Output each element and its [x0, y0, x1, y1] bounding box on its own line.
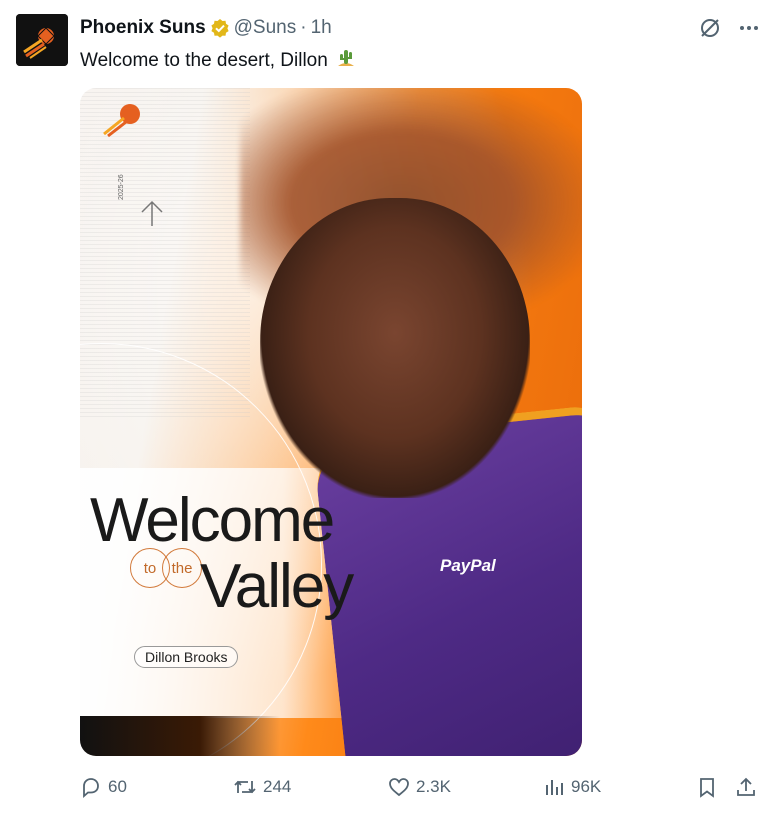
suns-logo-icon [16, 14, 68, 66]
like-button[interactable]: 2.3K [388, 776, 451, 798]
season-label: 2025-26 [118, 174, 125, 200]
share-button[interactable] [735, 776, 757, 798]
cactus-icon [334, 46, 358, 76]
tweet-media-image[interactable]: PayPal 2025-26 Welcome to the Valley Dil… [80, 88, 582, 756]
repost-icon [234, 780, 256, 794]
player-name-pill: Dillon Brooks [134, 646, 239, 668]
avatar[interactable] [16, 14, 68, 66]
media-dark-strip [80, 716, 280, 756]
media-suns-logo-icon [100, 98, 148, 143]
reply-icon [83, 778, 99, 798]
tweet-time[interactable]: 1h [311, 17, 332, 39]
repost-count: 244 [263, 777, 292, 796]
views-button[interactable]: 96K [543, 776, 601, 798]
heart-icon [389, 778, 409, 797]
tweet-text-body: Welcome to the desert, Dillon [80, 50, 328, 71]
media-headline-welcome: Welcome [90, 486, 335, 555]
reply-count: 60 [108, 777, 127, 796]
up-arrow-icon [140, 200, 164, 233]
views-count: 96K [571, 777, 602, 796]
reply-button[interactable]: 60 [80, 776, 127, 798]
tweet-text: Welcome to the desert, Dillon [80, 46, 358, 76]
like-count: 2.3K [416, 777, 451, 796]
share-icon [737, 777, 755, 796]
grok-icon[interactable] [698, 16, 722, 40]
media-headline-valley: Valley [200, 552, 354, 621]
bookmark-icon [700, 778, 714, 798]
tweet-top-icons [698, 16, 760, 40]
tweet-header: Phoenix Suns @Suns · 1h [80, 16, 332, 40]
author-handle[interactable]: @Suns [234, 17, 297, 39]
verified-badge-icon [210, 18, 230, 38]
media-connector-the: the [162, 548, 202, 588]
jersey-sponsor: PayPal [440, 556, 496, 575]
separator-dot: · [300, 17, 307, 38]
tweet-card[interactable]: Phoenix Suns @Suns · 1h Welcome to the d… [0, 0, 780, 816]
tweet-actions: 60 244 2.3K 96K [80, 776, 760, 800]
player-head [260, 198, 530, 498]
author-name[interactable]: Phoenix Suns [80, 17, 206, 39]
more-options-icon[interactable] [738, 17, 760, 39]
bookmark-button[interactable] [696, 776, 718, 798]
views-chart-icon [546, 780, 563, 795]
repost-button[interactable]: 244 [233, 776, 291, 798]
